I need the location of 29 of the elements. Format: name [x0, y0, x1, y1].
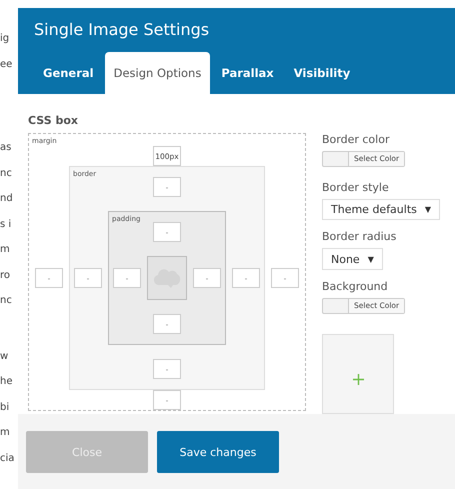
css-box-title: CSS box: [28, 114, 79, 127]
dropdown[interactable]: None ▼: [322, 248, 383, 270]
page-text: ro: [0, 268, 12, 282]
setting-label: Border style: [322, 180, 389, 194]
page-text: bi: [0, 400, 10, 414]
page-text: ee: [0, 58, 14, 72]
save-button[interactable]: Save changes: [157, 431, 279, 473]
page-text: he: [0, 375, 14, 389]
dropdown[interactable]: Theme defaults ▼: [322, 198, 440, 220]
page-text: nc: [0, 294, 13, 308]
add-image-button[interactable]: [322, 334, 394, 414]
plus-icon: [352, 374, 364, 385]
setting-label: Border radius: [322, 230, 396, 244]
tab[interactable]: Design Options: [104, 52, 210, 94]
page-text: ig: [0, 32, 10, 46]
page-text: m: [0, 243, 11, 257]
setting-label: Border color: [322, 133, 390, 146]
tab[interactable]: General: [34, 52, 103, 94]
modal-title: Single Image Settings: [34, 20, 210, 41]
page-text: m: [0, 426, 11, 440]
setting-label: Background: [322, 280, 388, 293]
page-text: nd: [0, 192, 14, 206]
page-text: s i: [0, 218, 12, 232]
page-text: cia: [0, 452, 16, 466]
tab[interactable]: Parallax: [212, 52, 283, 94]
page-text: as: [0, 141, 12, 155]
page-text: w: [0, 350, 10, 364]
page-text: nc: [0, 166, 13, 180]
tab[interactable]: Visibility: [284, 52, 360, 94]
